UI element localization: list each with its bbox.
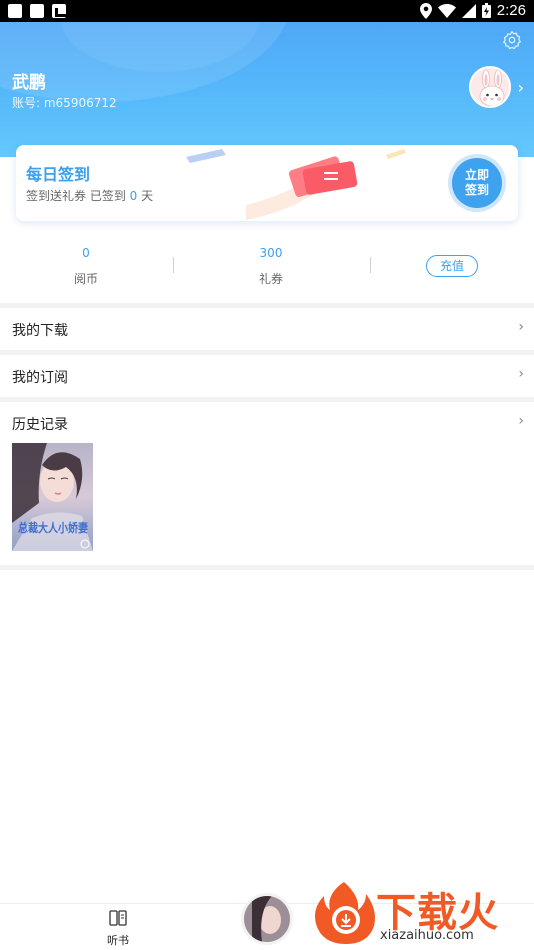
book-cover-title: 总裁大人小娇妻 — [18, 520, 88, 535]
recharge-button[interactable]: 充值 — [426, 255, 478, 277]
gift-ticket-decoration — [186, 149, 406, 220]
chevron-right-icon: › — [518, 366, 524, 382]
profile-chevron-right-icon[interactable]: › — [518, 78, 524, 97]
battery-icon — [481, 3, 491, 18]
checkin-button-line2: 签到 — [464, 183, 489, 197]
coins-label: 阅币 — [73, 272, 98, 286]
now-playing-cover — [244, 896, 290, 942]
menu-item-subscriptions[interactable]: 我的订阅 › — [0, 355, 534, 397]
notification-icons — [8, 4, 66, 18]
clock: 2:26 — [496, 2, 526, 19]
now-playing-button[interactable] — [241, 893, 293, 945]
bunny-avatar-icon — [471, 68, 509, 106]
checkin-subtitle-suffix: 天 — [137, 189, 154, 203]
coins-stat[interactable]: 0 阅币 — [36, 246, 136, 287]
divider — [173, 257, 174, 273]
checkin-button-line1: 立即 — [464, 168, 489, 182]
notification-icon — [52, 4, 66, 18]
coupons-value: 300 — [259, 246, 283, 260]
book-cover-image: 总裁大人小娇妻 — [12, 443, 93, 551]
username: 武鹏 — [12, 73, 46, 93]
avatar[interactable] — [469, 66, 511, 108]
profile-header: 武鹏 账号: m65906712 › — [0, 22, 534, 157]
watermark-url: xiazaihuo.com — [380, 928, 474, 943]
wifi-icon — [437, 3, 456, 18]
subscriptions-label: 我的订阅 — [12, 370, 68, 386]
wallet-stats: 0 阅币 300 礼券 充值 — [0, 240, 534, 300]
menu-item-downloads[interactable]: 我的下载 › — [0, 308, 534, 350]
status-bar: 2:26 — [0, 0, 534, 22]
chevron-right-icon: › — [518, 319, 524, 335]
menu-item-history[interactable]: 历史记录 › — [0, 402, 534, 444]
daily-checkin-card: 每日签到 签到送礼券 已签到 0 天 立即 签到 — [16, 145, 518, 221]
profile-page: 2:26 武鹏 账号: m65906712 › 每日签到 签到送礼券 已签到 0… — [0, 0, 534, 950]
checkin-subtitle: 签到送礼券 已签到 0 天 — [26, 187, 153, 204]
settings-gear-icon[interactable] — [502, 30, 522, 50]
signal-icon — [461, 3, 476, 18]
coins-value: 0 — [82, 246, 90, 260]
divider — [370, 257, 371, 273]
section-gap — [0, 565, 534, 570]
account-id: 账号: m65906712 — [12, 96, 117, 110]
history-label: 历史记录 — [12, 417, 68, 433]
book-icon — [109, 910, 127, 926]
chevron-right-icon: › — [518, 413, 524, 429]
fire-logo-icon — [315, 882, 375, 944]
checkin-subtitle-prefix: 签到送礼券 已签到 — [26, 189, 130, 203]
history-book-cover[interactable]: 总裁大人小娇妻 — [12, 443, 93, 551]
system-icons: 2:26 — [419, 2, 526, 19]
coupons-label: 礼券 — [258, 272, 283, 286]
notification-icon — [30, 4, 44, 18]
downloads-label: 我的下载 — [12, 323, 68, 339]
site-watermark: 下载火 xiazaihuo.com — [314, 878, 532, 948]
notification-icon — [8, 4, 22, 18]
checkin-now-button[interactable]: 立即 签到 — [452, 158, 502, 208]
tab-listen-label: 听书 — [107, 934, 129, 947]
tab-listen[interactable]: 听书 — [100, 910, 136, 948]
checkin-title: 每日签到 — [26, 165, 91, 184]
location-icon — [419, 2, 432, 19]
coupons-stat[interactable]: 300 礼券 — [221, 246, 321, 287]
